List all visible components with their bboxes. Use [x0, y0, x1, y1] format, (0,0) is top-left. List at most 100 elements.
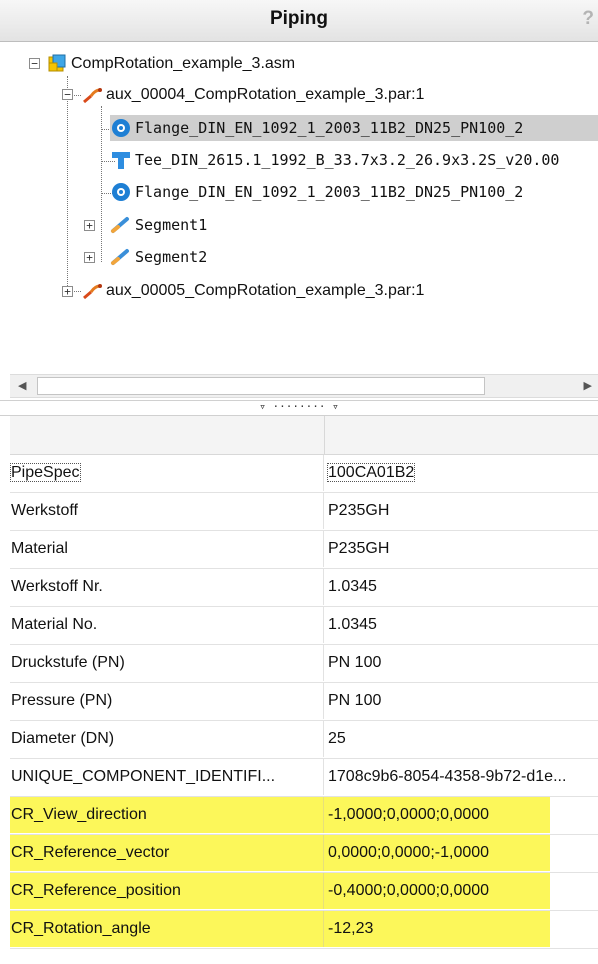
- property-value-text: -0,4000;0,0000;0,0000: [328, 882, 490, 899]
- property-value[interactable]: 0,0000;0,0000;-1,0000: [324, 835, 550, 871]
- assembly-icon: [48, 54, 66, 72]
- property-value-text: -1,0000;0,0000;0,0000: [328, 806, 490, 823]
- property-name: Material No.: [10, 607, 324, 643]
- property-value[interactable]: 1.0345: [324, 569, 598, 605]
- property-name-text: UNIQUE_COMPONENT_IDENTIFI...: [11, 768, 276, 785]
- tee-icon: [112, 152, 130, 169]
- property-row[interactable]: CR_Rotation_angle -12,23: [10, 911, 598, 949]
- scroll-right-icon[interactable]: ▶: [584, 379, 592, 392]
- segment-icon: [111, 249, 129, 265]
- property-value[interactable]: 1.0345: [324, 607, 598, 643]
- property-row[interactable]: PipeSpec 100CA01B2: [10, 455, 598, 493]
- tree-node-label: Tee_DIN_2615.1_1992_B_33.7x3.2_26.9x3.2S…: [135, 151, 560, 169]
- property-value[interactable]: 1708c9b6-8054-4358-9b72-d1e...: [324, 759, 598, 795]
- property-value-text: P235GH: [328, 540, 390, 557]
- property-name-text: Diameter (DN): [11, 730, 115, 747]
- grid-left-margin: [0, 416, 10, 964]
- property-row[interactable]: Material P235GH: [10, 531, 598, 569]
- property-row[interactable]: Werkstoff P235GH: [10, 493, 598, 531]
- property-name: PipeSpec: [10, 455, 324, 491]
- help-button[interactable]: ?: [582, 8, 594, 30]
- property-value[interactable]: -0,4000;0,0000;0,0000: [324, 873, 550, 909]
- property-name: CR_Rotation_angle: [10, 911, 324, 947]
- horizontal-scrollbar[interactable]: ◀ ▶: [10, 374, 598, 398]
- property-row[interactable]: Diameter (DN) 25: [10, 721, 598, 759]
- scroll-thumb[interactable]: [37, 377, 485, 395]
- property-name-text: Werkstoff: [11, 502, 78, 519]
- tree-node-label: Segment1: [135, 216, 208, 234]
- pipe-part-icon: [83, 284, 102, 300]
- property-value-text: PN 100: [328, 692, 382, 709]
- property-value-text: PN 100: [328, 654, 382, 671]
- property-row[interactable]: UNIQUE_COMPONENT_IDENTIFI... 1708c9b6-805…: [10, 759, 598, 797]
- tree-node-part-aux-00004[interactable]: aux_00004_CompRotation_example_3.par:1: [81, 82, 424, 108]
- property-value-text: 100CA01B2: [326, 463, 416, 482]
- property-row[interactable]: Pressure (PN) PN 100: [10, 683, 598, 721]
- property-value[interactable]: PN 100: [324, 683, 598, 719]
- tree-node-flange-2[interactable]: Flange_DIN_EN_1092_1_2003_11B2_DN25_PN10…: [110, 179, 523, 205]
- tree-node-flange-1[interactable]: Flange_DIN_EN_1092_1_2003_11B2_DN25_PN10…: [110, 115, 598, 141]
- property-value[interactable]: 100CA01B2: [324, 455, 598, 491]
- panel-title: Piping: [269, 8, 329, 29]
- property-row[interactable]: Material No. 1.0345: [10, 607, 598, 645]
- tree-node-label: Flange_DIN_EN_1092_1_2003_11B2_DN25_PN10…: [135, 183, 524, 201]
- tree-node-label: aux_00004_CompRotation_example_3.par:1: [106, 86, 425, 103]
- property-name: Werkstoff: [10, 493, 324, 529]
- tree-node-label: Flange_DIN_EN_1092_1_2003_11B2_DN25_PN10…: [135, 119, 524, 137]
- property-name-text: Material No.: [11, 616, 98, 633]
- property-row[interactable]: Druckstufe (PN) PN 100: [10, 645, 598, 683]
- property-name: UNIQUE_COMPONENT_IDENTIFI...: [10, 759, 324, 795]
- property-row[interactable]: CR_Reference_vector 0,0000;0,0000;-1,0000: [10, 835, 598, 873]
- tree-node-segment2[interactable]: Segment2: [110, 244, 207, 270]
- property-name-text: CR_View_direction: [11, 806, 147, 823]
- property-name-text: CR_Reference_vector: [11, 844, 170, 861]
- property-value[interactable]: P235GH: [324, 493, 598, 529]
- flange-icon: [112, 119, 130, 137]
- collapse-toggle[interactable]: −: [29, 58, 40, 69]
- property-value-text: 0,0000;0,0000;-1,0000: [328, 844, 490, 861]
- property-name: Diameter (DN): [10, 721, 324, 757]
- property-value[interactable]: P235GH: [324, 531, 598, 567]
- expand-toggle[interactable]: +: [84, 252, 95, 263]
- property-value-text: 1.0345: [328, 616, 377, 633]
- property-name-text: Material: [11, 540, 68, 557]
- property-name: Werkstoff Nr.: [10, 569, 324, 605]
- tree-node-root-assembly[interactable]: CompRotation_example_3.asm: [46, 51, 295, 77]
- property-name-text: Pressure (PN): [11, 692, 113, 709]
- property-value-text: P235GH: [328, 502, 390, 519]
- property-name: Pressure (PN): [10, 683, 324, 719]
- property-value[interactable]: 25: [324, 721, 598, 757]
- property-row[interactable]: CR_Reference_position -0,4000;0,0000;0,00…: [10, 873, 598, 911]
- tree-node-label: Segment2: [135, 248, 208, 266]
- property-name-text: CR_Reference_position: [11, 882, 181, 899]
- tree-node-segment1[interactable]: Segment1: [110, 212, 207, 238]
- property-name: Druckstufe (PN): [10, 645, 324, 681]
- collapse-toggle[interactable]: −: [62, 89, 73, 100]
- expand-toggle[interactable]: +: [84, 220, 95, 231]
- property-name-text: CR_Rotation_angle: [11, 920, 151, 937]
- property-value-text: 1708c9b6-8054-4358-9b72-d1e...: [328, 768, 567, 785]
- property-value[interactable]: PN 100: [324, 645, 598, 681]
- piping-tree[interactable]: − CompRotation_example_3.asm − aux_00004…: [0, 42, 598, 402]
- property-grid-header: [10, 416, 598, 455]
- segment-icon: [111, 217, 129, 233]
- pipe-part-icon: [83, 88, 102, 104]
- panel-titlebar: Piping ?: [0, 0, 598, 42]
- scroll-left-icon[interactable]: ◀: [18, 379, 26, 392]
- tree-node-label: CompRotation_example_3.asm: [71, 55, 296, 72]
- property-row[interactable]: CR_View_direction -1,0000;0,0000;0,0000: [10, 797, 598, 835]
- panel-splitter[interactable]: ▿ ········ ▿: [0, 400, 598, 416]
- property-grid: PipeSpec 100CA01B2 Werkstoff P235GH Material…: [10, 416, 598, 949]
- tree-node-label: aux_00005_CompRotation_example_3.par:1: [106, 282, 425, 299]
- property-row[interactable]: Werkstoff Nr. 1.0345: [10, 569, 598, 607]
- tree-node-tee[interactable]: Tee_DIN_2615.1_1992_B_33.7x3.2_26.9x3.2S…: [110, 147, 559, 173]
- tree-node-part-aux-00005[interactable]: aux_00005_CompRotation_example_3.par:1: [81, 278, 424, 304]
- property-name: CR_Reference_position: [10, 873, 324, 909]
- expand-toggle[interactable]: +: [62, 286, 73, 297]
- property-name: Material: [10, 531, 324, 567]
- property-name-text: Druckstufe (PN): [11, 654, 125, 671]
- property-name: CR_Reference_vector: [10, 835, 324, 871]
- property-value[interactable]: -12,23: [324, 911, 550, 947]
- property-value-text: -12,23: [328, 920, 374, 937]
- property-value[interactable]: -1,0000;0,0000;0,0000: [324, 797, 550, 833]
